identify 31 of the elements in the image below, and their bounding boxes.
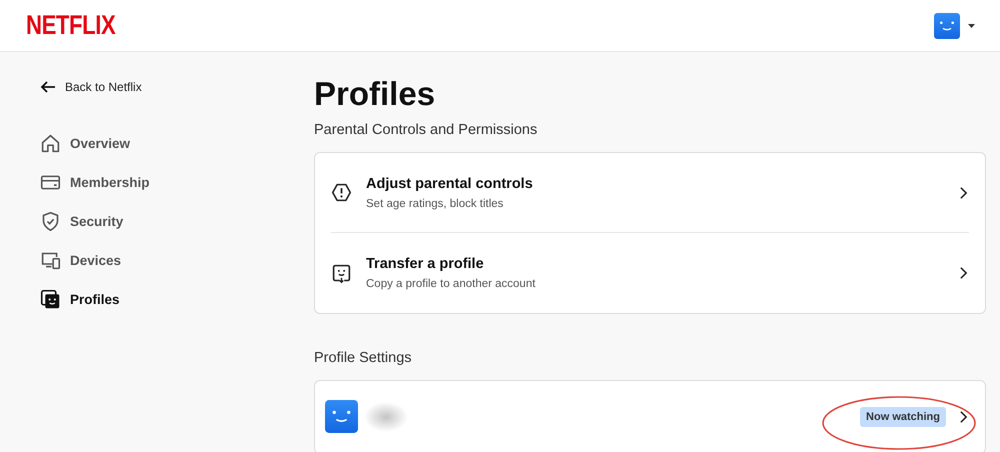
shield-check-icon (40, 210, 61, 232)
option-title: Adjust parental controls (366, 176, 534, 192)
netflix-logo[interactable]: NETFLIX (26, 10, 116, 41)
avatar-icon[interactable] (325, 400, 358, 433)
back-link[interactable]: Back to Netflix (40, 80, 142, 94)
section-heading: Parental Controls and Permissions (314, 122, 538, 138)
sidebar-item[interactable]: Profiles (40, 287, 314, 311)
warning-icon (331, 182, 352, 203)
option-description: Set age ratings, block titles (366, 198, 504, 210)
option-title: Transfer a profile (366, 256, 485, 272)
profile-row[interactable]: Now watching (325, 381, 969, 452)
devices-icon (40, 250, 61, 270)
status-badge: Now watching (860, 406, 946, 426)
option-description: Copy a profile to another account (366, 278, 536, 290)
page-title: Profiles (314, 74, 436, 114)
caret-icon[interactable] (968, 24, 975, 28)
chevron-right-icon (958, 186, 969, 200)
sidebar-item[interactable]: Security (40, 209, 314, 233)
settings-option[interactable]: Transfer a profile Copy a profile to another account (331, 233, 969, 313)
profiles-icon (40, 288, 61, 310)
avatar-icon[interactable] (934, 12, 960, 38)
chevron-right-icon (958, 410, 969, 424)
section-heading: Profile Settings (314, 350, 413, 366)
sidebar-item[interactable]: Devices (40, 248, 314, 272)
chevron-right-icon (958, 266, 969, 280)
arrow-left-icon (40, 80, 56, 94)
settings-option[interactable]: Adjust parental controls Set age ratings, block titles (331, 153, 969, 233)
profile-transfer-icon (331, 262, 352, 284)
sidebar-item[interactable]: Membership (40, 170, 314, 194)
sidebar-item[interactable]: Overview (40, 131, 314, 155)
home-icon (40, 132, 61, 154)
